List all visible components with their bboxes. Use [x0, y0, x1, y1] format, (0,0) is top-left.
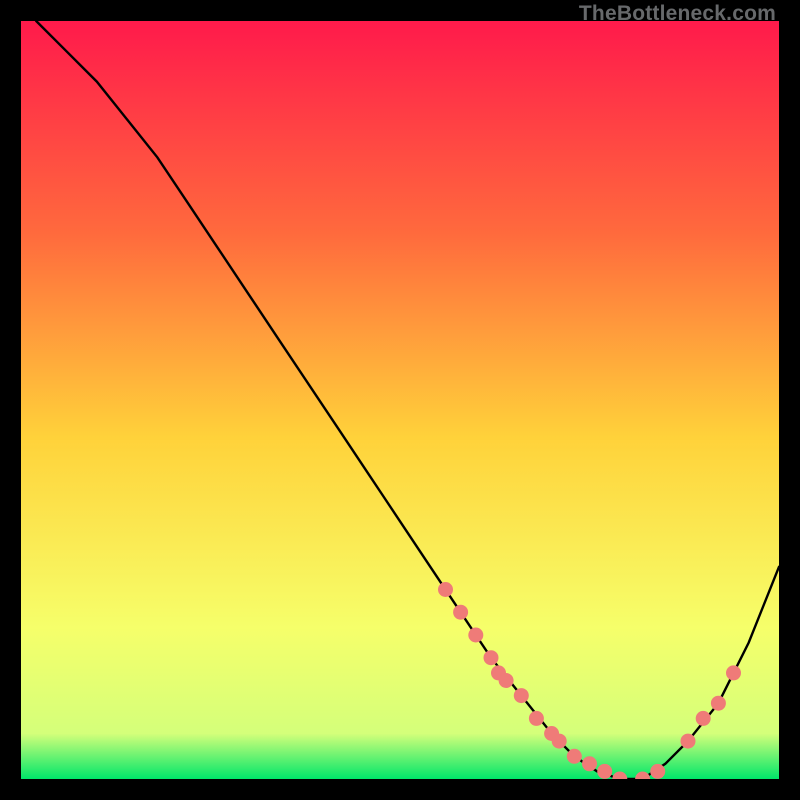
marker-dot [529, 711, 544, 726]
marker-dot [468, 628, 483, 643]
marker-dot [597, 764, 612, 779]
chart-frame [21, 21, 779, 779]
marker-dot [499, 673, 514, 688]
marker-dot [567, 749, 582, 764]
marker-dot [696, 711, 711, 726]
attribution-text: TheBottleneck.com [579, 2, 776, 26]
chart-svg [21, 21, 779, 779]
marker-dot [726, 665, 741, 680]
marker-dot [484, 650, 499, 665]
marker-dot [438, 582, 453, 597]
marker-dot [514, 688, 529, 703]
marker-dot [650, 764, 665, 779]
gradient-background [21, 21, 779, 779]
marker-dot [552, 734, 567, 749]
marker-dot [681, 734, 696, 749]
marker-dot [711, 696, 726, 711]
marker-dot [453, 605, 468, 620]
marker-dot [582, 756, 597, 771]
